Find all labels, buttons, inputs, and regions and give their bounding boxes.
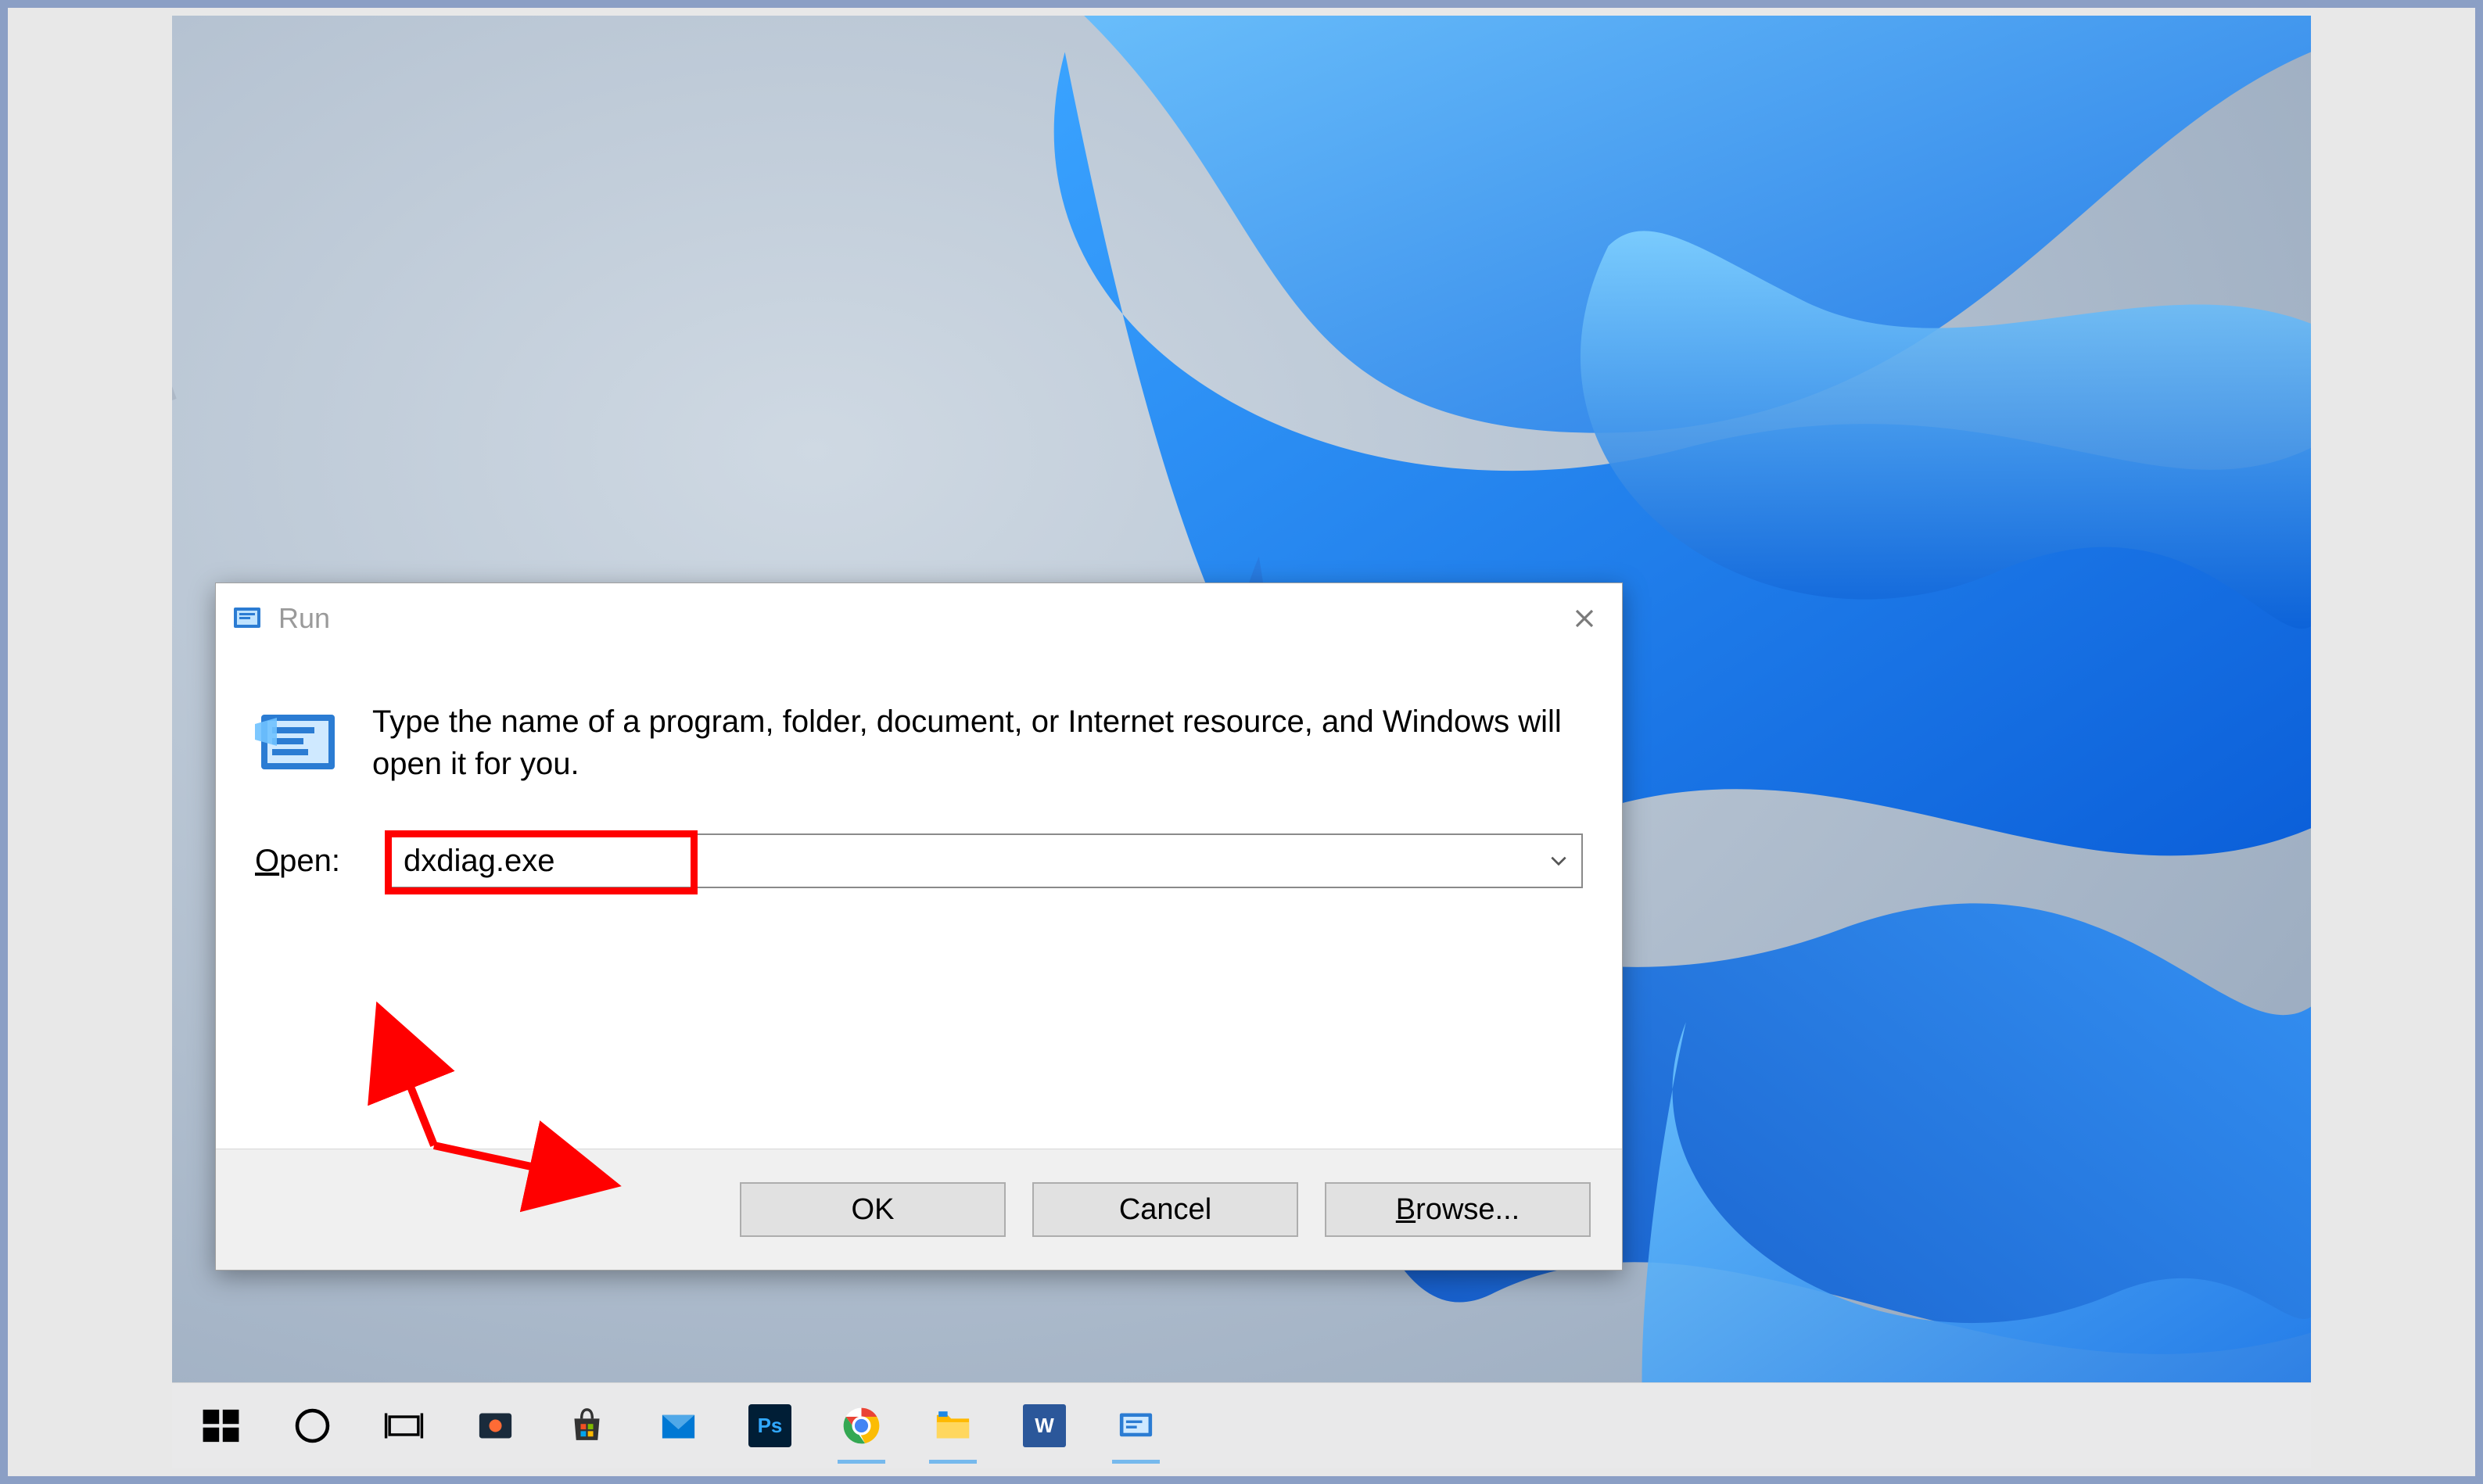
close-icon <box>1573 607 1596 630</box>
chevron-down-icon <box>1548 851 1569 871</box>
taskview-button[interactable] <box>371 1393 437 1459</box>
photoshop-icon: Ps <box>748 1404 791 1447</box>
open-label: Open: <box>255 844 357 879</box>
dialog-body: Type the name of a program, folder, docu… <box>216 654 1622 1149</box>
store-button[interactable] <box>554 1393 620 1459</box>
taskview-icon <box>382 1404 425 1447</box>
ok-button[interactable]: OK <box>740 1182 1006 1237</box>
dialog-title: Run <box>278 602 1563 635</box>
button-bar: OK Cancel Browse... <box>216 1149 1622 1270</box>
cancel-button[interactable]: Cancel <box>1032 1182 1298 1237</box>
open-combobox[interactable] <box>388 833 1583 888</box>
mail-button[interactable] <box>645 1393 712 1459</box>
start-button[interactable] <box>188 1393 254 1459</box>
run-icon <box>255 701 341 787</box>
run-dialog: Run <box>215 582 1623 1271</box>
photoshop-button[interactable]: Ps <box>737 1393 803 1459</box>
word-icon: W <box>1023 1404 1066 1447</box>
screenrec-icon <box>474 1404 517 1447</box>
close-button[interactable] <box>1563 597 1606 640</box>
desktop: om in k Run <box>172 16 2311 1468</box>
mail-icon <box>657 1404 700 1447</box>
dropdown-button[interactable] <box>1536 835 1581 887</box>
folder-icon <box>931 1404 974 1447</box>
run-icon <box>1114 1404 1157 1447</box>
word-button[interactable]: W <box>1011 1393 1078 1459</box>
browse-button[interactable]: Browse... <box>1325 1182 1591 1237</box>
chrome-icon <box>840 1404 883 1447</box>
titlebar[interactable]: Run <box>216 583 1622 654</box>
screenrec-button[interactable] <box>462 1393 529 1459</box>
chrome-button[interactable] <box>828 1393 895 1459</box>
store-icon <box>565 1404 608 1447</box>
taskbar: Ps W <box>172 1382 2311 1468</box>
run-title-icon <box>231 603 263 634</box>
dialog-description: Type the name of a program, folder, docu… <box>372 701 1583 787</box>
outer-frame: om in k Run <box>0 0 2483 1484</box>
circle-icon <box>291 1404 334 1447</box>
explorer-button[interactable] <box>920 1393 986 1459</box>
search-button[interactable] <box>279 1393 346 1459</box>
open-input[interactable] <box>389 835 1536 887</box>
windows-logo-icon <box>199 1404 242 1447</box>
run-taskbar-button[interactable] <box>1103 1393 1169 1459</box>
